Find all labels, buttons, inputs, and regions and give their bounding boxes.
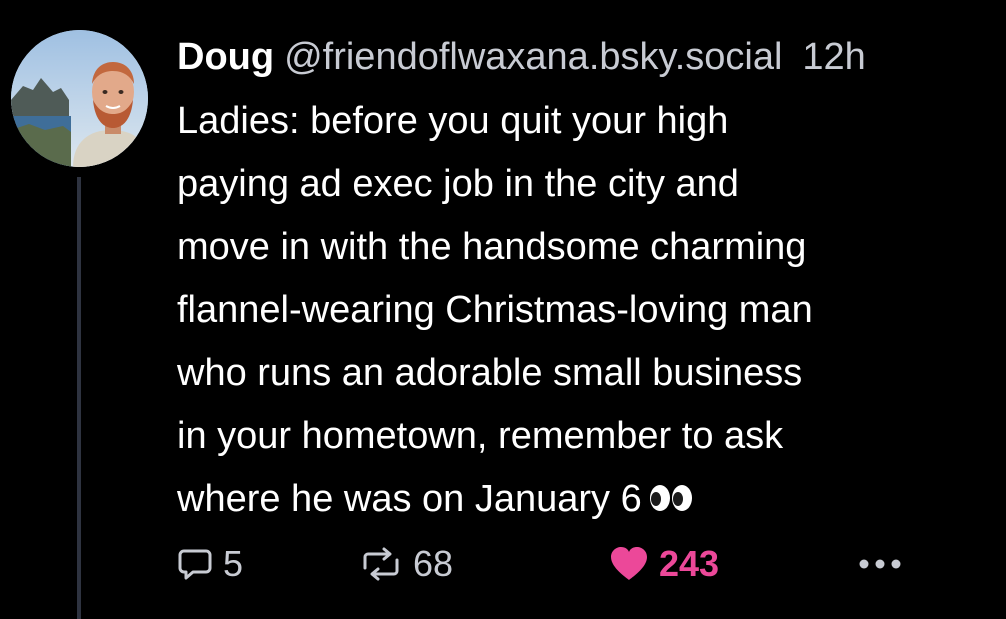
heart-icon: [611, 547, 647, 580]
reply-icon: [178, 549, 212, 580]
post-actions: 5 68 243: [177, 534, 977, 594]
repost-button[interactable]: 68: [359, 534, 453, 594]
eyes-icon: [648, 483, 694, 513]
more-options-button[interactable]: [857, 534, 903, 594]
repost-icon: [363, 547, 399, 581]
reply-button[interactable]: 5: [177, 534, 243, 594]
author-avatar[interactable]: [11, 30, 148, 167]
post-header: Doug @friendoflwaxana.bsky.social 12h: [177, 26, 866, 88]
like-count: 243: [659, 543, 720, 584]
author-display-name[interactable]: Doug: [177, 36, 274, 78]
more-options-icon: [859, 559, 901, 569]
post-text: Ladies: before you quit your high paying…: [177, 90, 997, 531]
post-text-content: Ladies: before you quit your high paying…: [177, 100, 813, 520]
reply-count: 5: [223, 543, 244, 584]
avatar-photo: [11, 30, 148, 167]
author-handle[interactable]: @friendoflwaxana.bsky.social: [284, 36, 782, 78]
post-timestamp[interactable]: 12h: [802, 36, 865, 78]
post: Doug @friendoflwaxana.bsky.social 12h Ladi…: [0, 0, 1006, 619]
like-button[interactable]: 243: [609, 534, 719, 594]
repost-count: 68: [413, 543, 454, 584]
thread-line: [77, 177, 81, 619]
